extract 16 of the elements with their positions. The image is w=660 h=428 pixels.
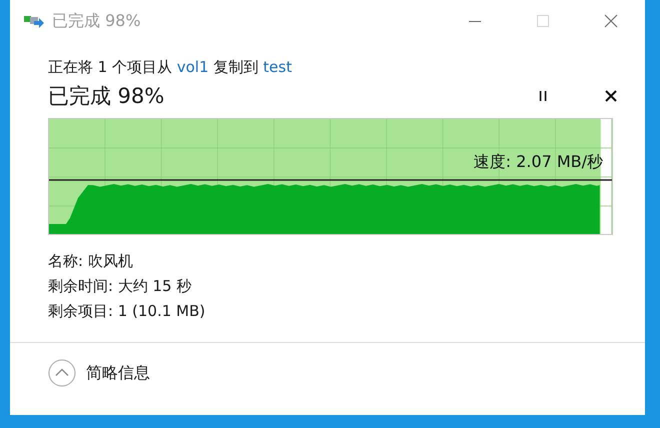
copy-icon [24, 14, 44, 28]
maximize-icon [537, 15, 549, 27]
progress-heading: 已完成 98% [48, 83, 166, 110]
speed-label: 速度: 2.07 MB/秒 [474, 152, 603, 173]
window-title: 已完成 98% [52, 10, 142, 32]
details-toggle[interactable]: 简略信息 [48, 359, 150, 387]
detail-text: 剩余时间: 大约 15 秒 [48, 276, 192, 297]
pause-icon [538, 91, 548, 101]
source-link[interactable]: vol1 [176, 58, 209, 76]
close-icon [604, 14, 618, 28]
copy-description: 正在将 1 个项目从 vol1 复制到 test [48, 58, 293, 78]
chevron-up-icon [48, 359, 76, 387]
close-icon [605, 90, 617, 102]
detail-text: 名称: 吹风机 [48, 251, 134, 272]
destination-link[interactable]: test [263, 58, 292, 76]
detail-text: 剩余项目: 1 (10.1 MB) [48, 301, 206, 322]
